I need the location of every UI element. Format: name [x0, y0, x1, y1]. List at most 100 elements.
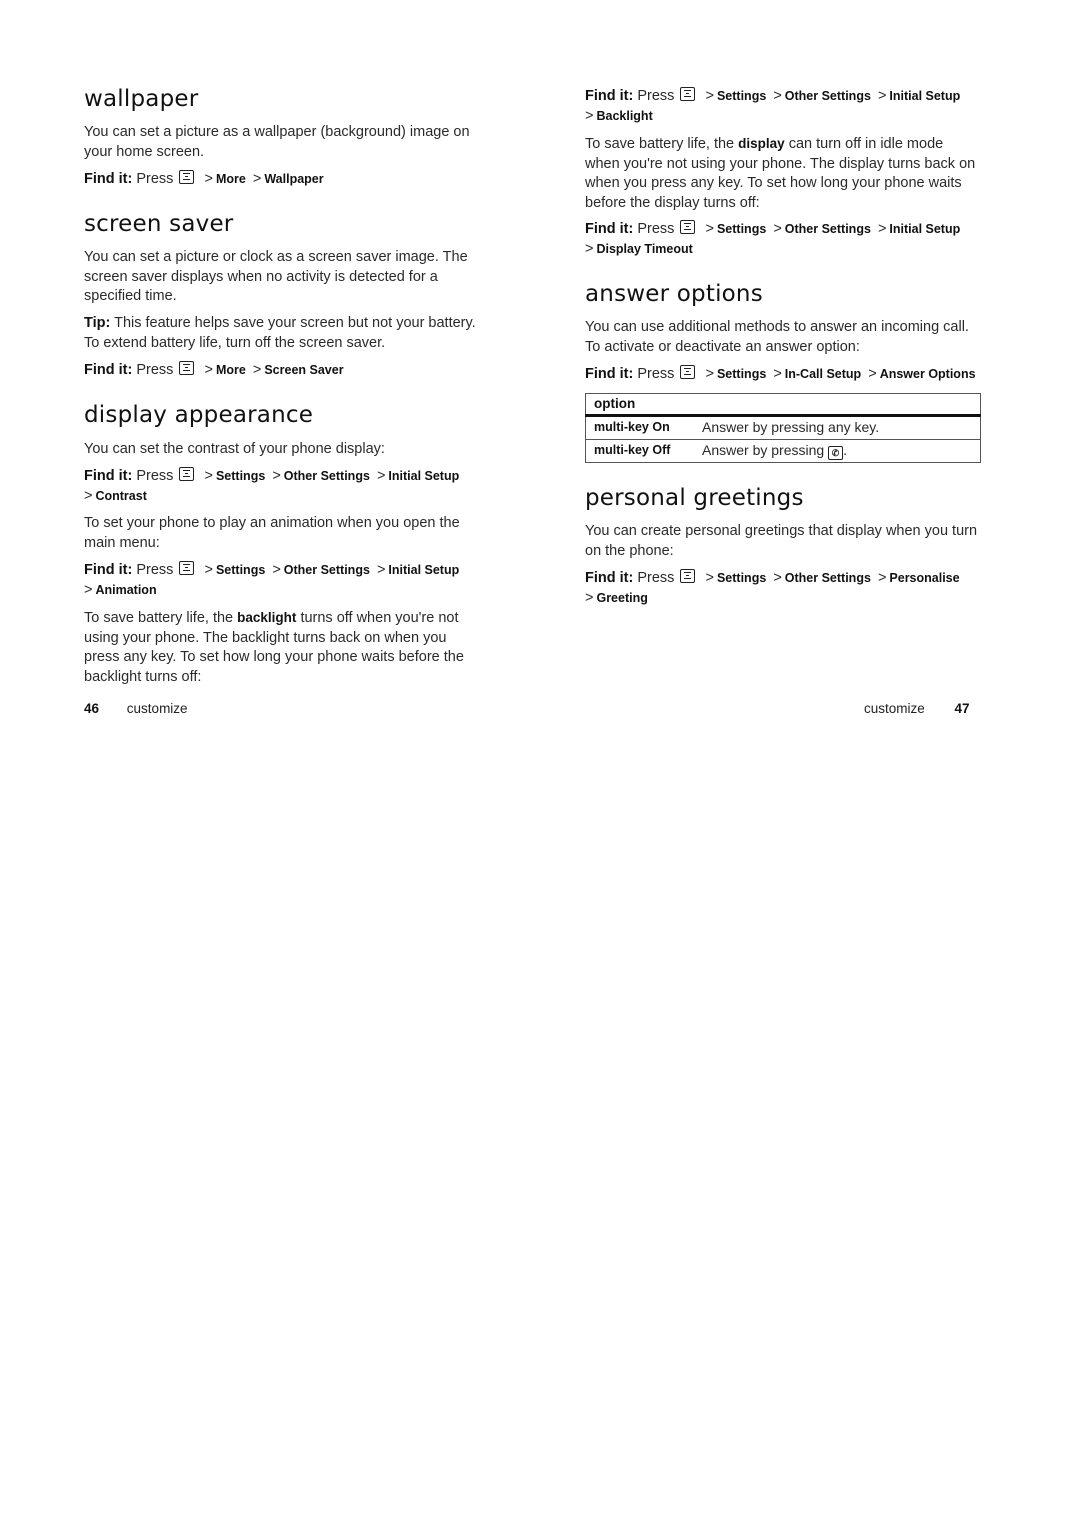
page-number: 47: [954, 701, 970, 716]
press-text: Press: [136, 362, 174, 378]
tip-label: Tip:: [84, 315, 111, 331]
table-header-option: option: [585, 393, 981, 417]
menu-path-item: Contrast: [95, 488, 147, 503]
separator: >: [868, 366, 877, 382]
menu-key-icon: [179, 170, 195, 184]
findit-label: Find it:: [84, 468, 133, 484]
greeting-findit: Find it: Press > Settings > Other Settings…: [585, 569, 985, 608]
menu-path-item: Other Settings: [784, 571, 871, 585]
menu-path-item: Initial Setup: [889, 222, 961, 236]
option-name: multi-key Off: [585, 439, 694, 463]
menu-path-item: Screen Saver: [264, 363, 344, 377]
separator: >: [585, 107, 594, 124]
menu-key-icon: [179, 467, 195, 481]
separator: >: [252, 171, 262, 187]
wallpaper-body: You can set a picture as a wallpaper (ba…: [84, 124, 470, 160]
option-description: Answer by pressing: [702, 442, 825, 458]
answer-options-body: You can use additional methods to answer…: [585, 319, 969, 355]
press-text: Press: [637, 221, 675, 237]
option-description: Answer by pressing any key.: [694, 415, 981, 440]
findit-label: Find it:: [585, 88, 634, 104]
right-footer: customize 47: [864, 701, 970, 716]
separator: >: [705, 366, 714, 382]
personal-greetings-body: You can create personal greetings that d…: [585, 523, 978, 559]
table-row: multi-key On Answer by pressing any key.: [585, 415, 981, 440]
separator: >: [773, 88, 782, 104]
separator: >: [705, 570, 714, 586]
separator: >: [252, 362, 262, 378]
menu-path-item: Personalise: [889, 571, 960, 585]
separator: >: [272, 562, 281, 578]
separator: >: [272, 468, 281, 484]
menu-key-icon: [680, 220, 696, 234]
wallpaper-findit: Find it: Press > More > Wallpaper: [84, 170, 484, 190]
separator: >: [204, 468, 213, 484]
separator: >: [773, 221, 782, 237]
display-appearance-body: You can set the contrast of your phone d…: [84, 441, 385, 457]
menu-key-icon: [680, 365, 696, 379]
option-name: multi-key On: [585, 415, 694, 440]
menu-path-item: Other Settings: [283, 563, 370, 577]
press-text: Press: [136, 562, 174, 578]
separator: >: [877, 570, 887, 586]
display-keyword: display: [738, 136, 785, 151]
separator: >: [877, 221, 887, 237]
animation-findit: Find it: Press > Settings > Other Settings…: [84, 561, 484, 600]
tip-text: This feature helps save your screen but …: [84, 315, 476, 351]
menu-key-icon: [179, 361, 195, 375]
contrast-findit: Find it: Press > Settings > Other Settings…: [84, 467, 484, 506]
menu-path-item: Initial Setup: [388, 469, 460, 483]
send-key-icon: ✆: [828, 446, 844, 460]
answer-options-table: option multi-key On Answer by pressing a…: [585, 393, 981, 463]
menu-path-item: Wallpaper: [264, 172, 324, 186]
table-row: multi-key Off Answer by pressing ✆.: [585, 439, 981, 463]
display-body: To save battery life, the display can tu…: [585, 134, 981, 213]
menu-path-item: Animation: [95, 582, 157, 597]
menu-path-item: Display Timeout: [596, 241, 693, 256]
section-label: customize: [864, 701, 925, 716]
press-text: Press: [136, 468, 174, 484]
menu-path-item: Settings: [215, 469, 266, 483]
menu-path-item: Greeting: [596, 590, 648, 605]
left-footer: 46 customize: [84, 701, 188, 716]
press-text: Press: [637, 366, 675, 382]
menu-path-item: More: [215, 172, 246, 186]
menu-path-item: Backlight: [596, 108, 653, 123]
backlight-body: To save battery life, the backlight turn…: [84, 608, 484, 687]
menu-path-item: Other Settings: [784, 222, 871, 236]
menu-key-icon: [680, 87, 696, 101]
separator: >: [773, 366, 782, 382]
answer-options-heading: answer options: [585, 281, 763, 307]
findit-label: Find it:: [84, 362, 133, 378]
separator: >: [204, 562, 213, 578]
menu-key-icon: [179, 561, 195, 575]
findit-label: Find it:: [84, 562, 133, 578]
findit-label: Find it:: [585, 570, 634, 586]
backlight-findit: Find it: Press > Settings > Other Settings…: [585, 87, 985, 126]
option-description-cell: Answer by pressing ✆.: [694, 439, 981, 463]
backlight-keyword: backlight: [237, 610, 297, 625]
findit-label: Find it:: [84, 171, 133, 187]
menu-path-item: Settings: [716, 367, 767, 381]
menu-path-item: Answer Options: [879, 367, 976, 381]
text: To save battery life, the: [84, 610, 234, 626]
separator: >: [877, 88, 887, 104]
menu-path-item: More: [215, 363, 246, 377]
menu-path-item: Other Settings: [283, 469, 370, 483]
findit-label: Find it:: [585, 366, 634, 382]
separator: >: [705, 88, 714, 104]
menu-path-item: Settings: [716, 222, 767, 236]
menu-path-item: Other Settings: [784, 89, 871, 103]
separator: >: [705, 221, 714, 237]
table-header-row: option: [585, 393, 981, 417]
personal-greetings-heading: personal greetings: [585, 485, 804, 511]
screen-saver-heading: screen saver: [84, 211, 234, 237]
separator: >: [773, 570, 782, 586]
display-appearance-heading: display appearance: [84, 402, 314, 428]
press-text: Press: [637, 88, 675, 104]
animation-body: To set your phone to play an animation w…: [84, 515, 460, 551]
separator: >: [204, 171, 213, 187]
menu-path-item: Settings: [215, 563, 266, 577]
wallpaper-heading: wallpaper: [84, 86, 199, 112]
separator: >: [84, 487, 93, 504]
